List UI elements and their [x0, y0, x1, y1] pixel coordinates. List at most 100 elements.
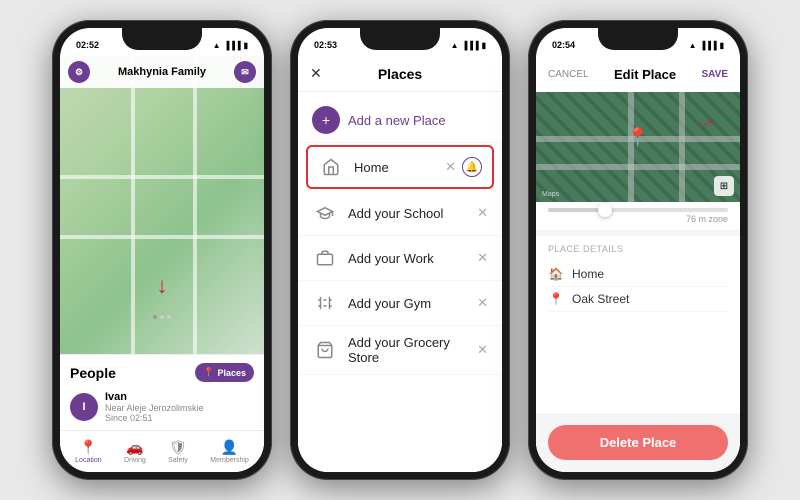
place-row-school[interactable]: Add your School ✕: [298, 191, 502, 236]
home-place-name: Home: [354, 160, 435, 175]
gym-place-name: Add your Gym: [348, 296, 467, 311]
maps-label: Maps: [542, 191, 559, 198]
satellite-map[interactable]: 📍 → Maps ⊞: [536, 92, 740, 202]
settings-icon[interactable]: ⚙: [68, 61, 90, 83]
cancel-button[interactable]: CANCEL: [548, 69, 589, 80]
map-area[interactable]: ⚙ Makhynia Family ✉ ↓: [60, 56, 264, 354]
detail-row-address: 📍 Oak Street: [548, 287, 728, 312]
map-dots: [153, 315, 171, 319]
home-delete-icon[interactable]: ✕: [445, 159, 456, 175]
place-row-gym[interactable]: Add your Gym ✕: [298, 281, 502, 326]
places-btn-label: Places: [217, 368, 246, 378]
work-delete-icon[interactable]: ✕: [477, 250, 488, 266]
location-nav-icon: 📍: [80, 439, 97, 456]
phone1-content: ⚙ Makhynia Family ✉ ↓ People 📍 Places: [60, 56, 264, 472]
places-title: Places: [378, 66, 422, 82]
add-place-row[interactable]: + Add a new Place: [298, 98, 502, 143]
map-road-v1: [131, 56, 135, 354]
nav-location[interactable]: 📍 Location: [75, 439, 101, 464]
signal-icon-2: ▐▐▐: [462, 41, 479, 50]
dot-1: [153, 315, 157, 319]
detail-place-name: Home: [572, 267, 604, 281]
delete-btn-area: Delete Place: [536, 413, 740, 472]
map-blur: [60, 56, 264, 354]
wifi-icon: ▲: [213, 41, 221, 50]
delete-place-button[interactable]: Delete Place: [548, 425, 728, 460]
place-row-grocery[interactable]: Add your Grocery Store ✕: [298, 326, 502, 375]
battery-icon: ▮: [244, 41, 248, 50]
wifi-icon-2: ▲: [451, 41, 459, 50]
save-button[interactable]: SAVE: [702, 69, 729, 80]
edit-screen: CANCEL Edit Place SAVE 📍 → Maps ⊞: [536, 56, 740, 472]
place-details-section: Place details 🏠 Home 📍 Oak Street: [536, 236, 740, 413]
driving-nav-icon: 🚗: [126, 439, 143, 456]
map-road-h1: [60, 175, 264, 179]
place-row-work[interactable]: Add your Work ✕: [298, 236, 502, 281]
work-place-icon: [312, 245, 338, 271]
phone-2: 02:53 ▲ ▐▐▐ ▮ ✕ Places + Add a new Place: [290, 20, 510, 480]
phone-3: 02:54 ▲ ▐▐▐ ▮ CANCEL Edit Place SAVE 📍: [528, 20, 748, 480]
status-time-1: 02:52: [76, 40, 99, 50]
radius-fill: [548, 208, 602, 212]
membership-nav-icon: 👤: [221, 439, 238, 456]
people-title: People: [70, 365, 116, 381]
gym-delete-icon[interactable]: ✕: [477, 295, 488, 311]
dot-3: [167, 315, 171, 319]
add-place-icon: +: [312, 106, 340, 134]
sat-road-h2: [536, 164, 740, 170]
map-layer-icon[interactable]: ⊞: [714, 176, 734, 196]
nav-location-label: Location: [75, 457, 101, 464]
school-delete-icon[interactable]: ✕: [477, 205, 488, 221]
places-button[interactable]: 📍 Places: [195, 363, 254, 382]
bottom-nav-1: 📍 Location 🚗 Driving 🛡 Safety 👤 Membersh…: [60, 430, 264, 472]
status-icons-2: ▲ ▐▐▐ ▮: [451, 41, 486, 50]
person-since: Since 02:51: [105, 413, 254, 423]
home-detail-icon: 🏠: [548, 267, 564, 281]
grocery-place-name: Add your Grocery Store: [348, 335, 467, 365]
people-title-row: People 📍 Places: [70, 363, 254, 382]
sat-location-pin: 📍: [627, 127, 649, 148]
places-close-button[interactable]: ✕: [310, 65, 322, 82]
nav-membership[interactable]: 👤 Membership: [210, 439, 249, 464]
map-arrow: ↓: [157, 273, 168, 299]
nav-safety-label: Safety: [168, 457, 188, 464]
school-place-name: Add your School: [348, 206, 467, 221]
home-bell-icon[interactable]: 🔔: [462, 157, 482, 177]
person-name: Ivan: [105, 391, 254, 403]
person-location: Near Aleje Jerozolimskie: [105, 403, 254, 413]
notch-1: [122, 28, 202, 50]
message-icon[interactable]: ✉: [234, 61, 256, 83]
wifi-icon-3: ▲: [689, 41, 697, 50]
signal-icon: ▐▐▐: [224, 41, 241, 50]
map-header: ⚙ Makhynia Family ✉: [60, 56, 264, 88]
nav-driving[interactable]: 🚗 Driving: [124, 439, 146, 464]
radius-label: 76 m zone: [548, 214, 728, 224]
place-row-home[interactable]: Home ✕ 🔔: [306, 145, 494, 189]
person-row: I Ivan Near Aleje Jerozolimskie Since 02…: [70, 388, 254, 426]
places-icon: 📍: [203, 367, 214, 378]
people-panel: People 📍 Places I Ivan Near Aleje Jerozo…: [60, 354, 264, 430]
notch-2: [360, 28, 440, 50]
nav-safety[interactable]: 🛡 Safety: [168, 439, 188, 464]
battery-icon-2: ▮: [482, 41, 486, 50]
map-road-v2: [193, 56, 197, 354]
grocery-delete-icon[interactable]: ✕: [477, 342, 488, 358]
sat-road-v2: [679, 92, 685, 202]
phone-1: 02:52 ▲ ▐▐▐ ▮ ⚙ Makhynia Family ✉ ↓: [52, 20, 272, 480]
add-place-label: Add a new Place: [348, 113, 446, 128]
home-place-icon: [318, 154, 344, 180]
safety-nav-icon: 🛡: [169, 439, 187, 456]
places-topbar: ✕ Places: [298, 56, 502, 92]
places-list: + Add a new Place Home ✕ 🔔: [298, 92, 502, 472]
edit-title: Edit Place: [614, 67, 676, 82]
home-place-actions: ✕ 🔔: [445, 157, 482, 177]
edit-topbar: CANCEL Edit Place SAVE: [536, 56, 740, 92]
pin-detail-icon: 📍: [548, 292, 564, 306]
work-place-name: Add your Work: [348, 251, 467, 266]
dot-2: [160, 315, 164, 319]
notch-3: [598, 28, 678, 50]
status-icons-3: ▲ ▐▐▐ ▮: [689, 41, 724, 50]
person-info: Ivan Near Aleje Jerozolimskie Since 02:5…: [105, 391, 254, 423]
map-title: Makhynia Family: [118, 66, 206, 78]
gym-place-icon: [312, 290, 338, 316]
